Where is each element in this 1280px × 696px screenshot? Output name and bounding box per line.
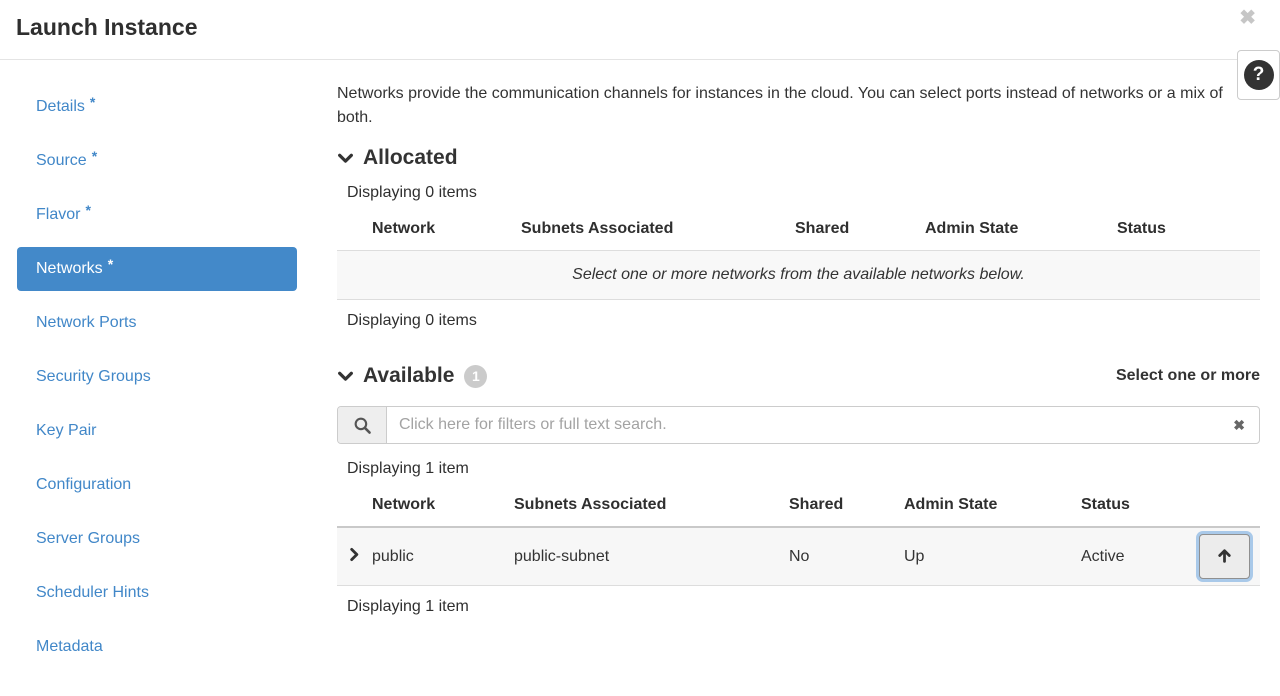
sidebar-item-label: Metadata — [36, 638, 103, 656]
required-star: * — [92, 148, 97, 164]
dialog-title: Launch Instance — [16, 14, 197, 40]
sidebar-item-label: Scheduler Hints — [36, 584, 149, 602]
available-table: Network Subnets Associated Shared Admin … — [337, 488, 1260, 586]
filter-search-bar: ✖ — [337, 406, 1260, 444]
table-row: public public-subnet No Up Active — [337, 527, 1260, 586]
cell-shared: No — [789, 527, 904, 586]
sidebar-item-key-pair[interactable]: Key Pair — [17, 409, 297, 453]
required-star: * — [85, 202, 90, 218]
col-network: Network — [372, 488, 514, 527]
sidebar-item-label: Flavor — [36, 206, 80, 224]
allocated-table: Network Subnets Associated Shared Admin … — [337, 212, 1260, 300]
spacer-column — [337, 212, 372, 251]
allocate-network-button[interactable] — [1199, 534, 1250, 579]
sidebar-item-flavor[interactable]: Flavor * — [17, 193, 297, 237]
available-heading: Available — [363, 364, 454, 388]
empty-message: Select one or more networks from the ava… — [337, 251, 1260, 300]
sidebar-item-metadata[interactable]: Metadata — [17, 625, 297, 669]
sidebar-item-server-groups[interactable]: Server Groups — [17, 517, 297, 561]
sidebar-item-label: Networks — [36, 260, 103, 278]
help-button[interactable]: ? — [1237, 50, 1280, 100]
sidebar-item-scheduler-hints[interactable]: Scheduler Hints — [17, 571, 297, 615]
available-count-bottom: Displaying 1 item — [347, 598, 1260, 616]
sidebar-item-label: Configuration — [36, 476, 131, 494]
available-count-top: Displaying 1 item — [347, 460, 1260, 478]
cell-admin-state: Up — [904, 527, 1081, 586]
cell-status: Active — [1081, 527, 1196, 586]
allocated-heading: Allocated — [363, 146, 458, 170]
sidebar-item-networks[interactable]: Networks * — [17, 247, 297, 291]
required-star: * — [108, 256, 113, 272]
arrow-up-icon — [1216, 547, 1233, 567]
dialog-header: Launch Instance — [0, 0, 1280, 60]
allocated-header-row: Network Subnets Associated Shared Admin … — [337, 212, 1260, 251]
spacer-column — [1196, 488, 1260, 527]
sidebar-item-label: Key Pair — [36, 422, 96, 440]
question-icon: ? — [1244, 60, 1274, 90]
chevron-down-icon[interactable] — [337, 150, 354, 167]
sidebar-item-label: Security Groups — [36, 368, 151, 386]
search-input[interactable] — [387, 407, 1219, 443]
sidebar-item-label: Network Ports — [36, 314, 136, 332]
available-count-badge: 1 — [464, 365, 487, 388]
required-star: * — [90, 94, 95, 110]
col-shared: Shared — [789, 488, 904, 527]
col-subnets-associated: Subnets Associated — [514, 488, 789, 527]
col-admin-state: Admin State — [925, 212, 1117, 251]
expand-row-control[interactable] — [337, 527, 372, 586]
cell-subnets-associated: public-subnet — [514, 527, 789, 586]
sidebar-item-network-ports[interactable]: Network Ports — [17, 301, 297, 345]
chevron-down-icon[interactable] — [337, 368, 354, 385]
sidebar-item-source[interactable]: Source * — [17, 139, 297, 183]
col-subnets-associated: Subnets Associated — [521, 212, 795, 251]
networks-step-panel: Networks provide the communication chann… — [320, 60, 1280, 679]
search-icon — [338, 407, 387, 443]
chevron-right-icon — [347, 549, 362, 566]
sidebar-item-configuration[interactable]: Configuration — [17, 463, 297, 507]
select-hint: Select one or more — [1116, 367, 1260, 385]
close-icon[interactable]: ✖ — [1239, 5, 1256, 30]
available-section-header: Available 1 Select one or more — [337, 364, 1260, 388]
col-shared: Shared — [795, 212, 925, 251]
sidebar-item-label: Details — [36, 98, 85, 116]
empty-row: Select one or more networks from the ava… — [337, 251, 1260, 300]
sidebar-item-label: Server Groups — [36, 530, 140, 548]
cell-network: public — [372, 527, 514, 586]
wizard-nav: Details * Source * Flavor * Networks * N… — [0, 60, 320, 679]
clear-search-icon[interactable]: ✖ — [1219, 407, 1259, 443]
allocated-count-top: Displaying 0 items — [347, 184, 1260, 202]
col-status: Status — [1081, 488, 1196, 527]
available-header-row: Network Subnets Associated Shared Admin … — [337, 488, 1260, 527]
col-network: Network — [372, 212, 521, 251]
allocated-count-bottom: Displaying 0 items — [347, 312, 1260, 330]
col-admin-state: Admin State — [904, 488, 1081, 527]
sidebar-item-label: Source — [36, 152, 87, 170]
sidebar-item-security-groups[interactable]: Security Groups — [17, 355, 297, 399]
sidebar-item-details[interactable]: Details * — [17, 85, 297, 129]
col-status: Status — [1117, 212, 1260, 251]
spacer-column — [337, 488, 372, 527]
allocate-cell — [1196, 527, 1260, 586]
allocated-section-header: Allocated — [337, 146, 1260, 170]
step-description: Networks provide the communication chann… — [337, 82, 1260, 130]
